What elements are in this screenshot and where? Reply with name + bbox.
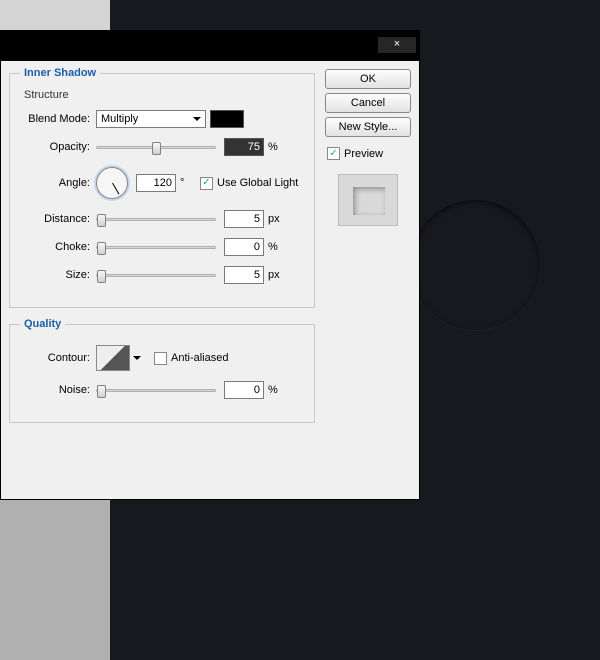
use-global-light-checkbox[interactable] bbox=[200, 177, 213, 190]
angle-unit: ° bbox=[180, 177, 200, 189]
choke-label: Choke: bbox=[20, 241, 90, 253]
choke-row: Choke: % bbox=[20, 237, 304, 257]
structure-legend: Structure bbox=[24, 89, 304, 101]
preview-label: Preview bbox=[344, 148, 383, 160]
cancel-button[interactable]: Cancel bbox=[325, 93, 411, 113]
distance-unit: px bbox=[268, 213, 288, 225]
quality-legend: Quality bbox=[20, 318, 65, 330]
angle-label: Angle: bbox=[20, 177, 90, 189]
blend-mode-label: Blend Mode: bbox=[20, 113, 90, 125]
main-column: Inner Shadow Structure Blend Mode: Multi… bbox=[9, 67, 315, 491]
distance-row: Distance: px bbox=[20, 209, 304, 229]
choke-input[interactable] bbox=[224, 238, 264, 256]
size-slider-thumb[interactable] bbox=[97, 270, 106, 283]
opacity-slider[interactable] bbox=[96, 146, 216, 149]
size-row: Size: px bbox=[20, 265, 304, 285]
side-column: OK Cancel New Style... Preview bbox=[325, 67, 411, 491]
inner-shadow-group: Inner Shadow Structure Blend Mode: Multi… bbox=[9, 67, 315, 308]
choke-unit: % bbox=[268, 241, 288, 253]
angle-row: Angle: ° Use Global Light bbox=[20, 165, 304, 201]
choke-slider[interactable] bbox=[96, 246, 216, 249]
preview-checkbox[interactable] bbox=[327, 147, 340, 160]
contour-label: Contour: bbox=[20, 352, 90, 364]
opacity-unit: % bbox=[268, 141, 288, 153]
layer-style-dialog: Inner Shadow Structure Blend Mode: Multi… bbox=[0, 60, 420, 500]
distance-slider-thumb[interactable] bbox=[97, 214, 106, 227]
size-label: Size: bbox=[20, 269, 90, 281]
new-style-button[interactable]: New Style... bbox=[325, 117, 411, 137]
section-title: Inner Shadow bbox=[20, 67, 100, 79]
noise-input[interactable] bbox=[224, 381, 264, 399]
blend-mode-row: Blend Mode: Multiply bbox=[20, 109, 304, 129]
opacity-row: Opacity: % bbox=[20, 137, 304, 157]
preview-row: Preview bbox=[327, 147, 411, 160]
distance-slider[interactable] bbox=[96, 218, 216, 221]
antialiased-label: Anti-aliased bbox=[171, 352, 228, 364]
size-unit: px bbox=[268, 269, 288, 281]
opacity-slider-thumb[interactable] bbox=[152, 142, 161, 155]
angle-input[interactable] bbox=[136, 174, 176, 192]
opacity-label: Opacity: bbox=[20, 141, 90, 153]
angle-dial[interactable] bbox=[96, 167, 128, 199]
contour-picker[interactable] bbox=[96, 345, 130, 371]
angle-needle bbox=[112, 183, 119, 195]
noise-unit: % bbox=[268, 384, 288, 396]
distance-label: Distance: bbox=[20, 213, 90, 225]
size-slider[interactable] bbox=[96, 274, 216, 277]
noise-label: Noise: bbox=[20, 384, 90, 396]
ok-button[interactable]: OK bbox=[325, 69, 411, 89]
opacity-input[interactable] bbox=[224, 138, 264, 156]
antialiased-checkbox[interactable] bbox=[154, 352, 167, 365]
noise-slider[interactable] bbox=[96, 389, 216, 392]
noise-row: Noise: % bbox=[20, 380, 304, 400]
bg-emboss-circle bbox=[410, 200, 540, 330]
preview-thumbnail bbox=[338, 174, 398, 226]
blend-mode-value: Multiply bbox=[101, 113, 138, 125]
blend-mode-select[interactable]: Multiply bbox=[96, 110, 206, 128]
quality-group: Quality Contour: Anti-aliased Noise: % bbox=[9, 318, 315, 423]
distance-input[interactable] bbox=[224, 210, 264, 228]
contour-row: Contour: Anti-aliased bbox=[20, 344, 304, 372]
dialog-titlebar: × bbox=[0, 30, 420, 60]
shadow-color-swatch[interactable] bbox=[210, 110, 244, 128]
choke-slider-thumb[interactable] bbox=[97, 242, 106, 255]
noise-slider-thumb[interactable] bbox=[97, 385, 106, 398]
size-input[interactable] bbox=[224, 266, 264, 284]
close-button[interactable]: × bbox=[378, 37, 416, 53]
use-global-light-label: Use Global Light bbox=[217, 177, 298, 189]
